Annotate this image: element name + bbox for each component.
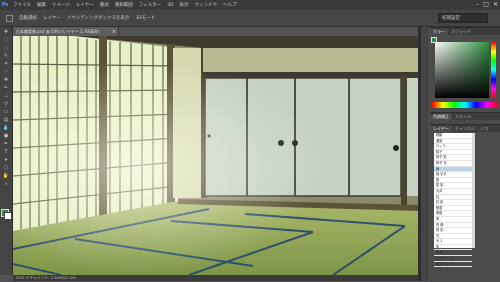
option-auto-select[interactable]: 自動選択 xyxy=(19,15,37,21)
dodge-icon[interactable]: ● xyxy=(2,133,10,139)
close-document-icon[interactable]: × xyxy=(112,29,116,35)
hue-slider[interactable] xyxy=(491,42,496,98)
tools-panel: ✥ ⬚ ◌ ✎ ⌗ ⁄ ✚ ✏ ⊥ ↺ ▭ ▤ 💧 ● ✒ T ➤ ▢ ✋ ⌕ xyxy=(0,27,13,275)
menu-select[interactable]: 選択範囲 xyxy=(112,2,136,8)
menu-window[interactable]: ウィンドウ xyxy=(192,2,221,8)
zoom-icon[interactable]: ⌕ xyxy=(2,181,10,187)
brush-icon[interactable]: ✏ xyxy=(2,85,10,91)
menu-file[interactable]: ファイル xyxy=(10,2,34,8)
eyedropper-icon[interactable]: ⁄ xyxy=(2,69,10,75)
menu-type[interactable]: 書式 xyxy=(97,2,112,8)
menu-layer[interactable]: レイヤー xyxy=(73,2,97,8)
collapsed-panel-strip[interactable] xyxy=(421,27,429,281)
option-layer[interactable]: レイヤー xyxy=(43,15,61,21)
gradient-icon[interactable]: ▤ xyxy=(2,117,10,123)
tab-swatches[interactable]: スウォッチ xyxy=(448,29,474,35)
tab-channels[interactable]: チャンネル xyxy=(452,126,478,132)
type-icon[interactable]: T xyxy=(2,149,10,155)
adjustments-panel-tabs: 色調補正 スタイル xyxy=(430,113,500,120)
color-panel: カラー スウォッチ xyxy=(430,27,500,113)
minimize-button[interactable]: – xyxy=(476,1,479,8)
tab-paths[interactable]: パス xyxy=(478,126,492,132)
marquee-icon[interactable]: ⬚ xyxy=(2,37,10,43)
eraser-icon[interactable]: ▭ xyxy=(2,109,10,115)
menu-help[interactable]: ヘルプ xyxy=(220,2,240,8)
menu-bar: Ps ファイル 編集 イメージ レイヤー 書式 選択範囲 フィルター 3D 表示… xyxy=(0,0,500,10)
layer-row[interactable]: 背景 xyxy=(434,262,472,268)
menu-view[interactable]: 表示 xyxy=(177,2,192,8)
pen-icon[interactable]: ✒ xyxy=(2,141,10,147)
background-color-swatch[interactable] xyxy=(4,212,12,220)
healing-icon[interactable]: ✚ xyxy=(2,77,10,83)
color-picker-field[interactable] xyxy=(435,42,489,98)
window-controls: – □ ✕ xyxy=(476,1,498,8)
artwork-japanese-room xyxy=(13,36,420,275)
option-3d-mode[interactable]: 3Dモード xyxy=(135,15,155,21)
layer-list-scrollbar[interactable] xyxy=(472,133,475,248)
move-icon[interactable]: ✥ xyxy=(2,29,10,35)
crop-icon[interactable]: ⌗ xyxy=(2,61,10,67)
maximize-button[interactable]: □ xyxy=(483,1,489,8)
history-brush-icon[interactable]: ↺ xyxy=(2,101,10,107)
menu-3d[interactable]: 3D xyxy=(164,3,176,8)
layers-panel: レイヤー チャンネル パス 種類 通常 ロック: 障子 障子 影障子 光襖襖 引手壁壁 … xyxy=(430,124,500,282)
move-tool-icon[interactable] xyxy=(6,14,13,22)
color-panel-tabs: カラー スウォッチ xyxy=(430,28,500,35)
hand-icon[interactable]: ✋ xyxy=(2,173,10,179)
tab-styles[interactable]: スタイル xyxy=(452,114,474,120)
document-tab[interactable]: 日本間背景.psd @ 50% (レイヤー 1, RGB/8) × xyxy=(13,27,119,36)
shape-icon[interactable]: ▢ xyxy=(2,165,10,171)
tab-adjustments[interactable]: 色調補正 xyxy=(430,113,452,120)
layers-panel-tabs: レイヤー チャンネル パス xyxy=(430,125,500,132)
close-window-button[interactable]: ✕ xyxy=(493,1,498,8)
menu-edit[interactable]: 編集 xyxy=(34,2,49,8)
blur-icon[interactable]: 💧 xyxy=(2,125,10,131)
lasso-icon[interactable]: ◌ xyxy=(2,45,10,51)
path-select-icon[interactable]: ➤ xyxy=(2,157,10,163)
stamp-icon[interactable]: ⊥ xyxy=(2,93,10,99)
menu-image[interactable]: イメージ xyxy=(49,2,73,8)
document-tab-title: 日本間背景.psd @ 50% (レイヤー 1, RGB/8) xyxy=(16,28,100,34)
quick-select-icon[interactable]: ✎ xyxy=(2,53,10,59)
canvas-area[interactable] xyxy=(13,36,420,275)
layer-list: 種類 通常 ロック: 障子 障子 影障子 光襖襖 引手壁壁 影天井柱柱 影鴨居 敷居畳畳 … xyxy=(434,133,472,268)
status-bar: 50% ドキュメント: 2.64M/45.3M xyxy=(13,275,418,281)
workspace-select[interactable]: 初期設定 xyxy=(438,13,488,23)
photoshop-logo: Ps xyxy=(1,2,9,8)
options-bar: 自動選択 レイヤー バウンディングボックスを表示 3Dモード xyxy=(0,10,500,27)
tab-color[interactable]: カラー xyxy=(430,28,448,35)
menu-filter[interactable]: フィルター xyxy=(136,2,164,8)
tab-layers[interactable]: レイヤー xyxy=(430,125,452,132)
color-spectrum-bar[interactable] xyxy=(432,102,498,108)
option-bounding-box[interactable]: バウンディングボックスを表示 xyxy=(67,15,130,21)
